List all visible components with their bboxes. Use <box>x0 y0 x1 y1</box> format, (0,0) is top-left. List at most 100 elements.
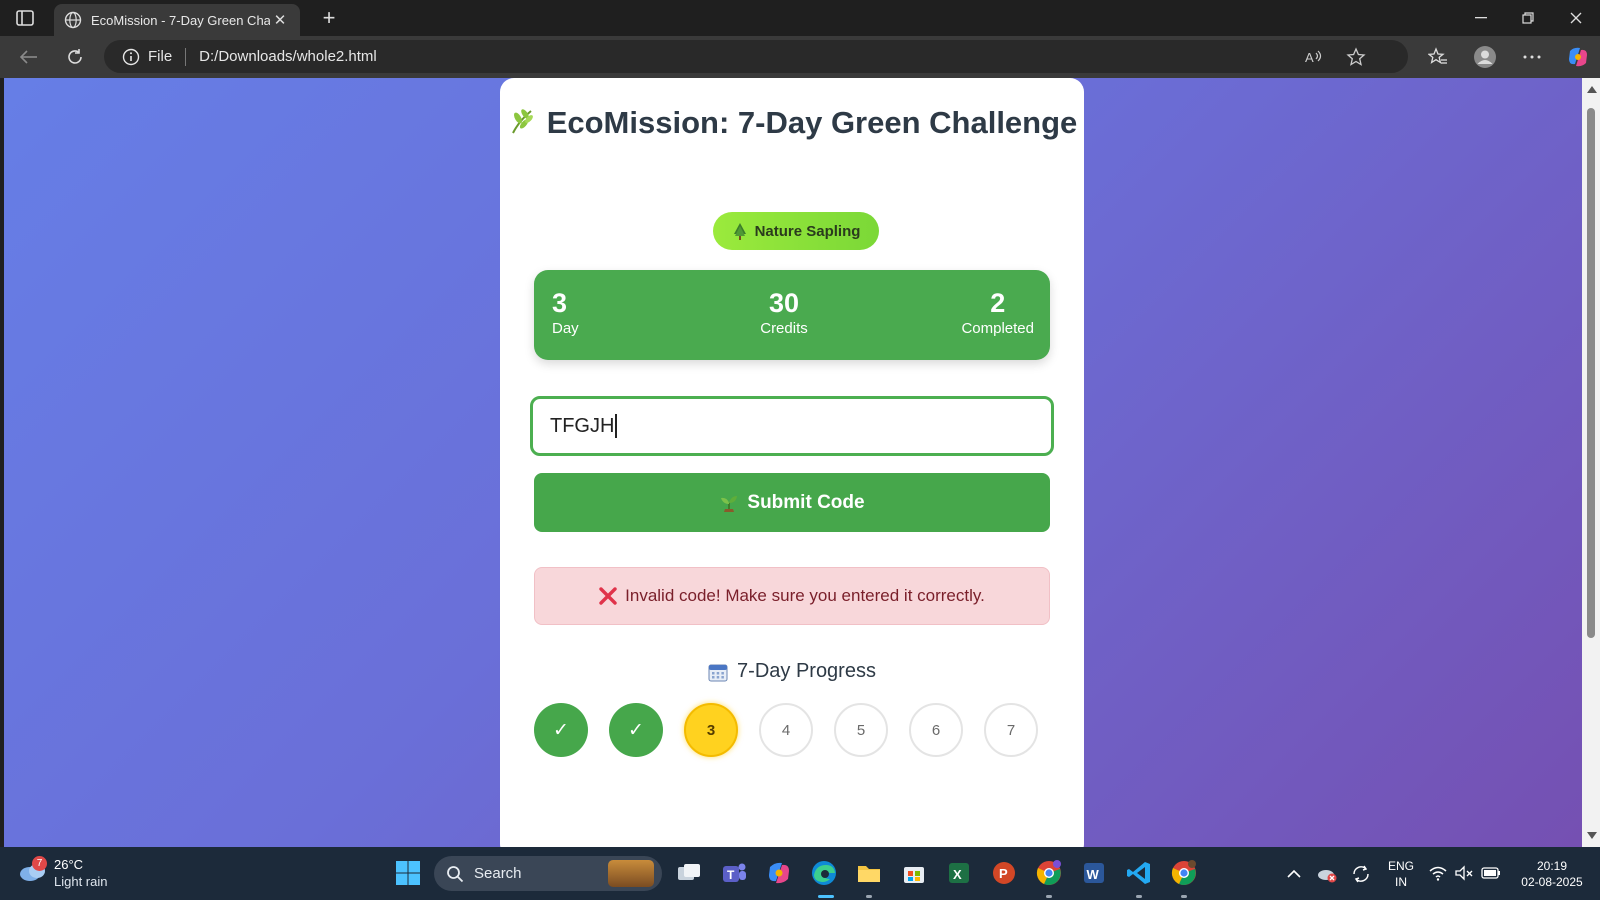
task-view-icon[interactable] <box>675 859 703 887</box>
microsoft-store-icon[interactable] <box>900 859 928 887</box>
scrollbar-thumb[interactable] <box>1587 108 1595 638</box>
profile-avatar-icon[interactable] <box>1471 44 1499 70</box>
reload-icon[interactable] <box>61 44 89 70</box>
chrome-icon[interactable] <box>1170 859 1198 887</box>
system-clock[interactable]: 20:19 02-08-2025 <box>1512 858 1592 890</box>
chrome-profile-icon[interactable] <box>1035 859 1063 887</box>
stat-credits-value: 30 <box>768 288 800 318</box>
new-tab-icon[interactable]: + <box>316 6 342 30</box>
windows-start-icon[interactable] <box>395 860 421 886</box>
stat-day-value: 3 <box>552 288 568 318</box>
submit-code-label: Submit Code <box>747 491 865 513</box>
tab-title: EcoMission - 7-Day Green Challenge <box>91 12 270 28</box>
day-progress-row: ✓ ✓ 3 4 5 6 7 <box>534 703 1050 759</box>
sync-icon[interactable] <box>1350 863 1372 885</box>
address-url[interactable]: D:/Downloads/whole2.html <box>199 48 377 65</box>
file-explorer-icon[interactable] <box>855 859 883 887</box>
onedrive-error-icon[interactable] <box>1316 863 1338 885</box>
level-badge-label: Nature Sapling <box>754 222 861 240</box>
address-bar[interactable]: File D:/Downloads/whole2.html A <box>104 40 1408 73</box>
copilot-icon[interactable] <box>1564 44 1592 70</box>
tab-close-icon[interactable]: ✕ <box>270 10 290 30</box>
clock-date: 02-08-2025 <box>1521 875 1583 889</box>
text-caret <box>615 414 617 438</box>
svg-text:A: A <box>1305 50 1314 65</box>
page-title-text: EcoMission: 7-Day Green Challenge <box>546 105 1078 140</box>
page-viewport: EcoMission: 7-Day Green Challenge Nature… <box>4 78 1582 847</box>
more-options-icon[interactable] <box>1518 44 1546 70</box>
herb-leaf-icon <box>511 109 533 134</box>
svg-text:P: P <box>999 866 1008 881</box>
windows-taskbar: 7 26°C Light rain Search T X P W ENG IN … <box>0 847 1600 900</box>
stat-credits-label: Credits <box>760 320 808 337</box>
taskbar-search[interactable]: Search <box>434 856 662 891</box>
day-circle-2: ✓ <box>609 703 663 757</box>
volume-muted-icon[interactable] <box>1454 863 1474 883</box>
open-app-indicator <box>1046 895 1052 898</box>
level-badge: Nature Sapling <box>713 212 879 250</box>
submit-code-button[interactable]: Submit Code <box>534 473 1050 532</box>
input-language-indicator[interactable]: ENG IN <box>1384 858 1418 890</box>
excel-icon[interactable]: X <box>945 859 973 887</box>
error-alert: Invalid code! Make sure you entered it c… <box>534 567 1050 625</box>
stat-completed-label: Completed <box>961 320 1034 337</box>
progress-heading: 7-Day Progress <box>500 660 1084 683</box>
browser-tab-bar: EcoMission - 7-Day Green Challenge ✕ + <box>0 0 1600 36</box>
weather-temp: 26°C <box>54 857 84 872</box>
calendar-icon <box>708 664 728 681</box>
stat-completed: 2 Completed <box>961 288 1034 340</box>
wifi-icon[interactable] <box>1428 863 1448 883</box>
language-code: ENG <box>1387 859 1414 873</box>
restore-icon[interactable] <box>1513 6 1543 30</box>
page-scrollbar[interactable] <box>1582 78 1600 847</box>
open-app-indicator <box>866 895 872 898</box>
taskbar-search-label: Search <box>474 865 522 882</box>
back-arrow-icon[interactable] <box>15 44 43 70</box>
teams-icon[interactable]: T <box>720 859 748 887</box>
page-title: EcoMission: 7-Day Green Challenge <box>500 102 1084 143</box>
address-separator <box>185 47 187 66</box>
seedling-icon <box>721 495 738 512</box>
powerpoint-icon[interactable]: P <box>990 859 1018 887</box>
browser-tab-active[interactable]: EcoMission - 7-Day Green Challenge ✕ <box>54 4 300 36</box>
vscode-icon[interactable] <box>1125 859 1153 887</box>
search-icon <box>447 865 464 882</box>
clock-time: 20:19 <box>1536 859 1568 873</box>
day-circle-5: 5 <box>834 703 888 757</box>
error-alert-text: Invalid code! Make sure you entered it c… <box>625 586 985 605</box>
weather-alert-badge: 7 <box>32 856 47 871</box>
show-hidden-icons-chevron-icon[interactable] <box>1284 864 1304 884</box>
code-input-value: TFGJH <box>550 414 615 437</box>
scroll-down-arrow-icon[interactable] <box>1587 832 1597 839</box>
cross-mark-icon <box>599 587 617 605</box>
copilot-app-icon[interactable] <box>765 859 793 887</box>
stat-day: 3 Day <box>552 288 579 340</box>
weather-condition: Light rain <box>54 874 108 889</box>
day-circle-4: 4 <box>759 703 813 757</box>
minimize-icon[interactable] <box>1466 6 1496 30</box>
scroll-up-arrow-icon[interactable] <box>1587 86 1597 93</box>
challenge-card: EcoMission: 7-Day Green Challenge Nature… <box>500 78 1084 847</box>
edge-browser-icon[interactable] <box>810 859 838 887</box>
code-input[interactable]: TFGJH <box>530 396 1054 456</box>
day-circle-7: 7 <box>984 703 1038 757</box>
svg-text:T: T <box>727 868 735 882</box>
evergreen-tree-icon <box>733 223 746 240</box>
day-circle-1: ✓ <box>534 703 588 757</box>
close-window-icon[interactable] <box>1561 6 1591 30</box>
favorites-icon[interactable] <box>1424 44 1452 70</box>
progress-heading-text: 7-Day Progress <box>737 660 876 682</box>
weather-widget[interactable]: 7 26°C Light rain <box>18 856 128 892</box>
battery-icon[interactable] <box>1480 863 1502 883</box>
read-aloud-icon[interactable]: A <box>1304 47 1324 67</box>
favorite-star-icon[interactable] <box>1346 47 1366 67</box>
stat-credits: 30 Credits <box>744 288 824 340</box>
word-icon[interactable]: W <box>1080 859 1108 887</box>
day-circle-6: 6 <box>909 703 963 757</box>
stats-panel: 3 Day 30 Credits 2 Completed <box>534 270 1050 360</box>
site-info-icon[interactable] <box>122 48 140 66</box>
open-app-indicator <box>1136 895 1142 898</box>
open-app-indicator <box>1181 895 1187 898</box>
svg-text:X: X <box>953 867 962 882</box>
tab-actions-icon[interactable] <box>12 6 38 30</box>
